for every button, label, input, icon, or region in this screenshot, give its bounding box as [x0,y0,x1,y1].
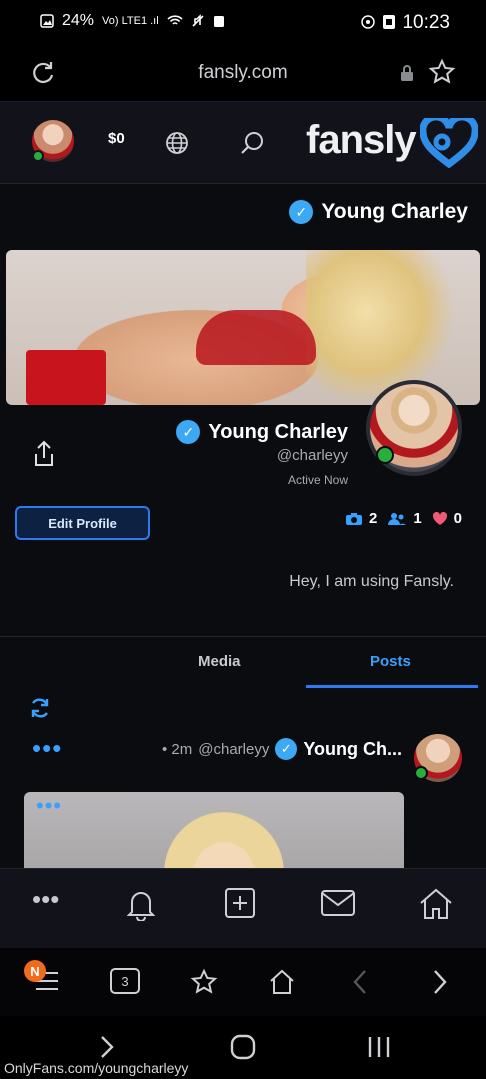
profile-bio: Hey, I am using Fansly. [289,573,454,590]
profile-avatar[interactable] [366,380,462,476]
post-menu-button[interactable]: ••• [32,735,62,761]
edit-profile-button[interactable]: Edit Profile [15,506,150,540]
active-tab-indicator [306,685,478,688]
followers-count: 1 [413,510,422,527]
signal-indicator: Vo) LTE1 .ıl [102,15,159,27]
banner-red-top [196,310,316,365]
create-post-icon[interactable] [224,887,256,919]
wallet-balance[interactable]: $0 [108,130,125,147]
alarm-icon [213,16,224,27]
tab-media[interactable]: Media [198,653,241,670]
status-left: 24% Vo) LTE1 .ıl [40,12,225,30]
verified-icon: ✓ [275,738,298,760]
media-stat: 2 [345,510,377,527]
watermark-text: OnlyFans.com/youngcharleyy [4,1060,189,1076]
verified-icon: ✓ [176,420,201,444]
browser-home-icon[interactable] [268,968,296,996]
tab-posts[interactable]: Posts [370,653,411,670]
post-author-avatar[interactable] [414,734,462,782]
system-back-icon[interactable] [98,1034,116,1060]
browser-url-bar: fansly.com [0,46,486,102]
followers-stat: 1 [387,510,422,527]
mute-icon [192,14,204,27]
post-time: • 2m [161,740,193,758]
post-author-name[interactable]: Young Ch... [303,739,402,760]
banner-red-accent [26,350,106,405]
share-icon[interactable] [32,440,56,468]
search-icon[interactable] [240,130,266,156]
heart-icon [432,511,447,525]
media-count: 2 [368,510,378,527]
battery-percent: 24% [62,12,95,29]
online-indicator [414,766,428,780]
media-menu-button[interactable]: ••• [36,795,62,817]
bookmark-star-icon[interactable] [428,58,456,86]
messages-icon[interactable] [320,889,356,917]
lock-icon[interactable] [400,64,414,82]
status-bar: 24% Vo) LTE1 .ıl 10:23 [0,0,486,46]
header-avatar[interactable] [32,120,74,162]
users-icon [388,512,407,525]
forward-arrow-icon[interactable] [430,968,450,996]
profile-stats: 0 1 2 [345,510,462,527]
tabs-button[interactable]: 3 [110,968,140,994]
bottom-nav: ••• [0,868,486,948]
screenshot-icon [383,15,395,29]
system-home-icon[interactable] [230,1034,256,1060]
back-arrow-icon[interactable] [350,968,370,996]
notification-badge: N [24,960,46,982]
profile-handle: @charleyy [276,447,348,464]
browser-toolbar: 3 [0,948,486,1016]
favorites-icon[interactable] [190,968,218,996]
wifi-icon [167,15,183,25]
online-indicator [376,446,394,464]
profile-name-row: Young Charley ✓ [176,420,348,444]
likes-count: 0 [453,510,462,527]
system-recents-icon[interactable] [366,1034,392,1060]
profile-title-text: Young Charley [321,200,468,223]
verified-icon: ✓ [289,200,314,224]
online-indicator [32,150,44,162]
clock: 10:23 [402,12,450,33]
refresh-icon[interactable] [28,696,52,720]
activity-status: Active Now [287,473,348,487]
photo-icon [40,14,54,28]
site-header: $0 fansly [0,102,486,184]
fansly-logo-icon[interactable] [420,118,478,168]
post-author-row: Young Ch... ✓ @charleyy • 2m [162,738,402,760]
tab-count: 3 [121,973,129,989]
banner-image-detail [306,250,456,405]
globe-icon[interactable] [164,130,190,156]
bell-icon[interactable] [126,887,156,921]
home-icon[interactable] [418,887,454,921]
post-author-handle[interactable]: @charleyy [198,741,269,758]
fansly-logo-text[interactable]: fansly [306,118,417,163]
profile-display-name: Young Charley [208,420,348,443]
more-menu-button[interactable]: ••• [32,886,59,912]
profile-tabs: Media Posts [0,636,486,690]
camera-icon [345,512,362,525]
likes-stat: 0 [432,510,462,527]
profile-title: Young Charley ✓ [289,200,468,224]
nfc-icon [361,15,375,29]
